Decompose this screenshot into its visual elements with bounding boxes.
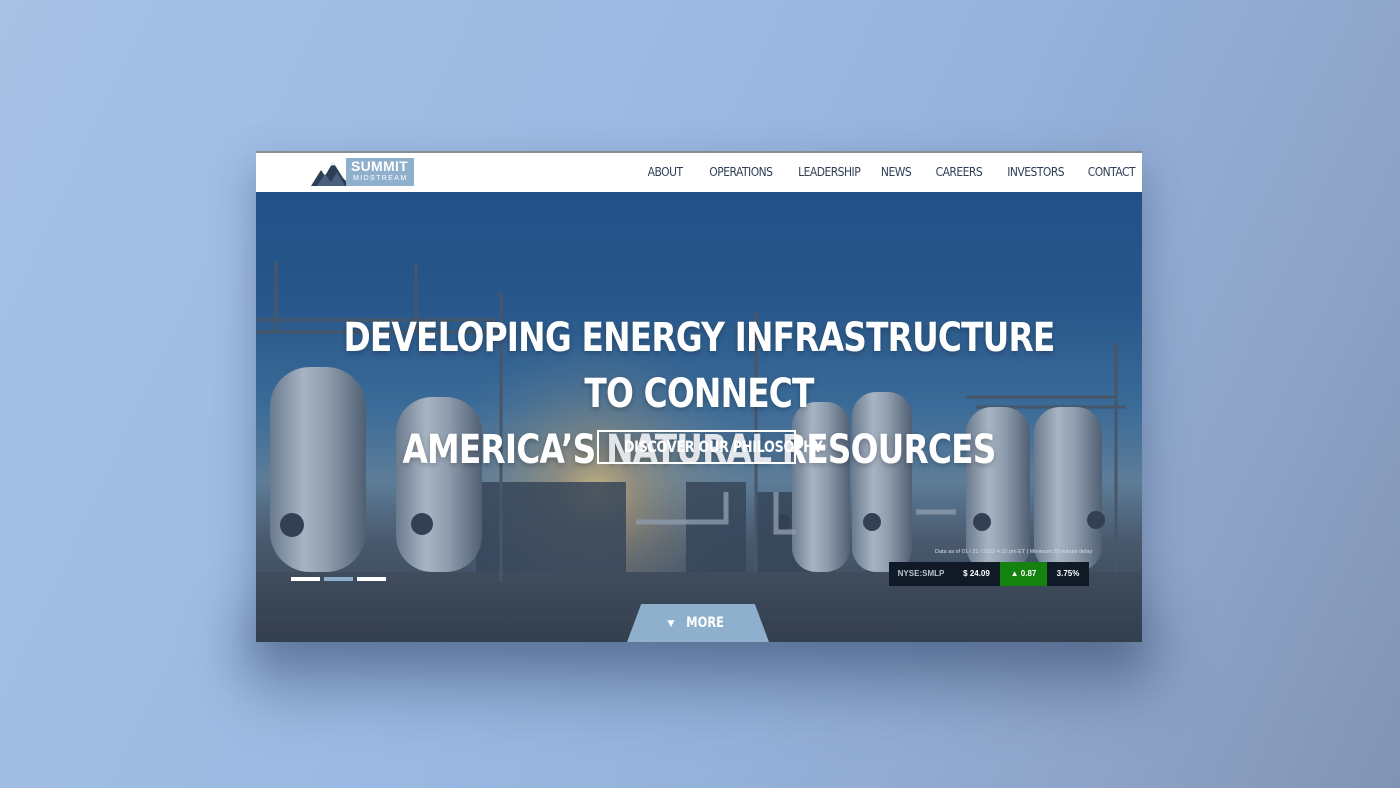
browser-window: SUMMIT MIDSTREAM ABOUT OPERATIONS LEADER… — [256, 151, 1142, 642]
stock-change: ▲ 0.87 — [1000, 562, 1047, 586]
stock-ticker[interactable]: NYSE:SMLP $ 24.09 ▲ 0.87 3.75% — [889, 562, 1089, 586]
nav-leadership[interactable]: LEADERSHIP — [798, 164, 861, 179]
summit-midstream-logo[interactable]: SUMMIT MIDSTREAM — [311, 157, 415, 187]
mountain-logo-icon — [311, 162, 351, 186]
more-label: MORE — [686, 615, 725, 631]
more-button[interactable]: ▼ MORE — [627, 604, 769, 642]
cta-label: DISCOVER OUR PHILOSOPHY — [623, 437, 823, 456]
logo-name-line1: SUMMIT — [351, 158, 409, 174]
stock-percent: 3.75% — [1047, 562, 1089, 586]
nav-about[interactable]: ABOUT — [648, 164, 683, 179]
nav-investors[interactable]: INVESTORS — [1007, 164, 1064, 179]
slider-dot-3[interactable] — [357, 577, 386, 581]
slider-dot-1[interactable] — [291, 577, 320, 581]
nav-operations[interactable]: OPERATIONS — [709, 164, 773, 179]
discover-philosophy-button[interactable]: DISCOVER OUR PHILOSOPHY — [597, 430, 823, 464]
nav-careers[interactable]: CAREERS — [935, 164, 982, 179]
stock-data-note: Data as of 01 / 31 / 2022 4:10 pm ET | M… — [935, 549, 1093, 555]
up-triangle-icon: ▲ — [1010, 569, 1019, 578]
slider-dots — [291, 577, 390, 581]
stock-symbol: NYSE:SMLP — [889, 562, 953, 586]
nav-news[interactable]: NEWS — [881, 164, 912, 179]
main-nav: ABOUT OPERATIONS LEADERSHIP NEWS CAREERS… — [626, 164, 1136, 179]
stock-price: $ 24.09 — [953, 562, 1000, 586]
hero-headline-line1: DEVELOPING ENERGY INFRASTRUCTURE TO CONN… — [343, 315, 1055, 417]
nav-contact[interactable]: CONTACT — [1088, 164, 1136, 179]
hero-slider: DEVELOPING ENERGY INFRASTRUCTURE TO CONN… — [256, 192, 1142, 642]
logo-name-line2: MIDSTREAM — [353, 175, 408, 182]
stock-change-value: 0.87 — [1020, 569, 1037, 578]
site-header: SUMMIT MIDSTREAM ABOUT OPERATIONS LEADER… — [256, 153, 1142, 192]
caret-down-icon: ▼ — [667, 619, 675, 629]
slider-dot-2[interactable] — [324, 577, 353, 581]
